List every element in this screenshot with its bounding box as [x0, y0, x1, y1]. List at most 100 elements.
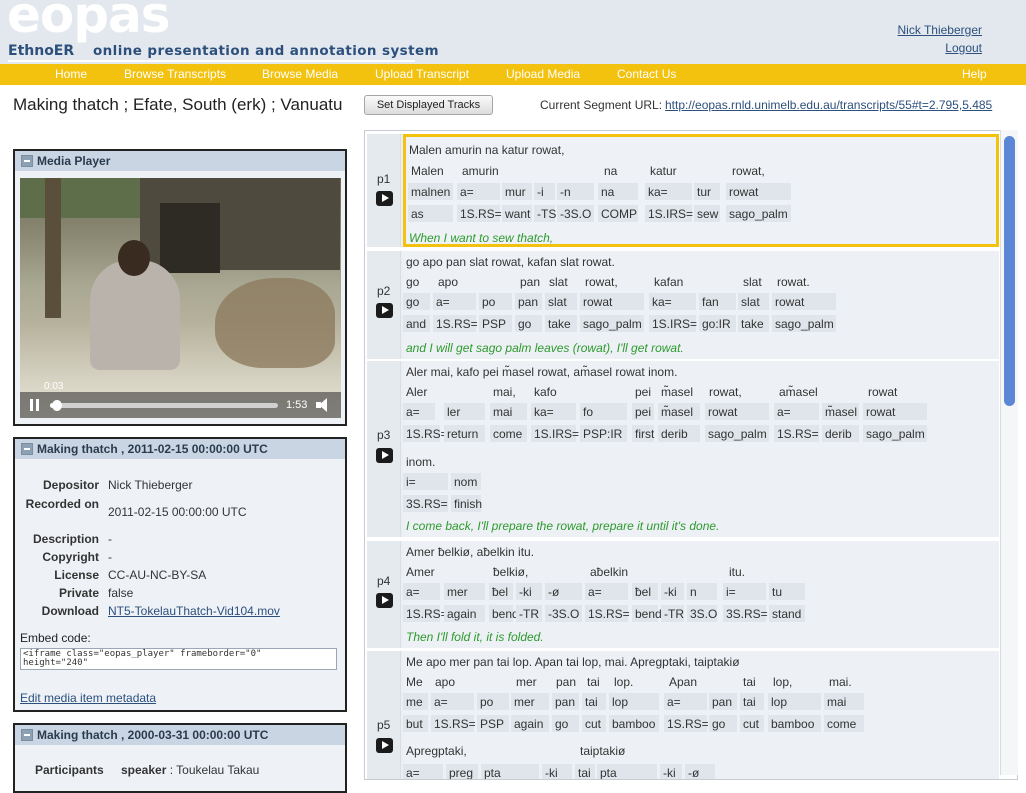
phrase-text: go apo pan slat rowat, kafan slat rowat. — [406, 255, 615, 269]
morph-cell: preg — [446, 764, 478, 779]
nav-help[interactable]: Help — [962, 67, 987, 81]
morph-cell: n — [687, 583, 717, 600]
nav-upload-media[interactable]: Upload Media — [506, 67, 580, 81]
metadata-title-2: Making thatch , 2000-03-31 00:00:00 UTC — [37, 728, 269, 742]
phrase-text: Amer ƀelkiø, aƀelkin itu. — [406, 545, 535, 559]
morph-cell: rowat — [863, 403, 927, 420]
transcript-scrollbar[interactable] — [1000, 130, 1018, 775]
video-total-time: 1:53 — [286, 399, 308, 411]
pause-icon[interactable] — [29, 399, 40, 411]
gloss-cell: and — [403, 315, 430, 332]
phrase-p2[interactable]: p2 go apo pan slat rowat, kafan slat row… — [367, 251, 999, 359]
morph-cell: lop — [768, 693, 821, 710]
gloss-cell: go:IR — [699, 315, 736, 332]
word-cell: rowat. — [777, 275, 810, 289]
phrase-p3[interactable]: p3 Aler mai, kafo pei m̃asel rowat, am̃a… — [367, 361, 999, 537]
collapse-icon[interactable] — [21, 729, 33, 741]
meta-value: false — [108, 586, 134, 600]
phrase-text: Me apo mer pan tai lop. Apan tai lop, ma… — [406, 655, 740, 669]
download-link[interactable]: NT5-TokelauThatch-Vid104.mov — [108, 604, 280, 618]
phrase-body: Amer ƀelkiø, aƀelkin itu. Amer ƀelkiø, a… — [403, 541, 999, 648]
morph-cell: -ki — [516, 583, 542, 600]
morph-cell: rowat — [726, 183, 791, 200]
word-cell: Apregptaki, — [406, 744, 467, 758]
meta-value: Nick Thieberger — [108, 478, 193, 492]
word-cell: pei — [635, 385, 652, 399]
gloss-cell: again — [511, 715, 549, 732]
nav-contact-us[interactable]: Contact Us — [617, 67, 676, 81]
nav-home[interactable]: Home — [55, 67, 87, 81]
gloss-cell: PSP — [477, 715, 509, 732]
gloss-cell: bamboo — [609, 715, 659, 732]
volume-icon[interactable] — [316, 398, 334, 412]
video-player[interactable]: 0:03 1:53 — [20, 178, 341, 418]
video-frame-person-head — [118, 240, 150, 276]
gloss-cell: want — [502, 205, 532, 222]
site-logo[interactable]: eopas — [7, 0, 171, 44]
play-icon[interactable] — [376, 593, 393, 608]
gloss-cell: come — [824, 715, 864, 732]
morph-cell: ka= — [645, 183, 692, 200]
word-cell: slat — [549, 275, 568, 289]
morph-cell: tu — [769, 583, 805, 600]
word-cell: mai. — [829, 675, 852, 689]
nav-browse-transcripts[interactable]: Browse Transcripts — [124, 67, 226, 81]
word-cell: Apan — [669, 675, 698, 689]
main-nav: Home Browse Transcripts Browse Media Upl… — [0, 64, 1026, 85]
user-name-link[interactable]: Nick Thieberger — [898, 23, 982, 37]
phrase-p4[interactable]: p4 Amer ƀelkiø, aƀelkin itu. Amer ƀelkiø… — [367, 541, 999, 648]
embed-code-textarea[interactable]: <iframe class="eopas_player" frameborder… — [20, 648, 337, 670]
collapse-icon[interactable] — [21, 443, 33, 455]
morph-cell: na — [598, 183, 638, 200]
media-player-header[interactable]: Media Player — [15, 151, 345, 171]
morph-cell: rowat — [772, 293, 836, 310]
metadata-header-2[interactable]: Making thatch , 2000-03-31 00:00:00 UTC — [15, 725, 345, 745]
phrase-p1[interactable]: p1 Malen amurin na katur rowat, Malen am… — [367, 134, 999, 247]
edit-metadata-link[interactable]: Edit media item metadata — [20, 691, 156, 705]
gloss-cell: cut — [740, 715, 764, 732]
nav-upload-transcript[interactable]: Upload Transcript — [375, 67, 469, 81]
word-cell: Amer — [406, 565, 435, 579]
word-cell: Me — [406, 675, 423, 689]
gloss-cell: 1S.RS= — [403, 425, 448, 442]
media-player-title: Media Player — [37, 154, 111, 168]
gloss-cell: take — [738, 315, 769, 332]
morph-cell: -i — [534, 183, 555, 200]
play-icon[interactable] — [376, 738, 393, 753]
segment-url-link[interactable]: http://eopas.rnld.unimelb.edu.au/transcr… — [665, 98, 992, 112]
word-cell: lop, — [773, 675, 793, 689]
logo-divider — [8, 60, 415, 62]
gloss-cell: bamboo — [768, 715, 821, 732]
word-cell: rowat — [868, 385, 898, 399]
meta-value: 2011-02-15 00:00:00 UTC — [108, 505, 247, 519]
gloss-cell: 1S.RS= — [433, 315, 478, 332]
media-metadata-panel: Making thatch , 2011-02-15 00:00:00 UTC … — [13, 437, 347, 712]
word-cell: lop. — [614, 675, 634, 689]
translation: and I will get sago palm leaves (rowat),… — [406, 341, 684, 355]
collapse-icon[interactable] — [21, 155, 33, 167]
play-icon[interactable] — [376, 303, 393, 318]
phrase-id: p5 — [377, 718, 391, 732]
metadata-header[interactable]: Making thatch , 2011-02-15 00:00:00 UTC — [15, 439, 345, 459]
gloss-cell: again — [444, 605, 485, 622]
set-displayed-tracks-button[interactable]: Set Displayed Tracks — [364, 95, 493, 115]
morph-cell: pta — [481, 764, 539, 779]
gloss-cell: 1S.IRS= — [645, 205, 693, 222]
word-cell: mai, — [493, 385, 516, 399]
nav-browse-media[interactable]: Browse Media — [262, 67, 338, 81]
morph-cell: fo — [580, 403, 627, 420]
logout-link[interactable]: Logout — [945, 41, 982, 55]
video-progress-bar[interactable] — [50, 400, 278, 411]
scrollbar-thumb[interactable] — [1004, 136, 1015, 406]
play-icon[interactable] — [376, 191, 393, 206]
gloss-cell: 3S.O — [687, 605, 717, 622]
play-icon[interactable] — [376, 448, 393, 463]
video-frame-doorway — [160, 203, 220, 273]
morph-cell: m̃asel — [658, 403, 700, 420]
meta-value: - — [108, 550, 112, 564]
phrase-p5[interactable]: p5 Me apo mer pan tai lop. Apan tai lop,… — [367, 651, 999, 779]
video-progress-handle[interactable] — [51, 400, 62, 411]
gloss-cell: -3S.O — [557, 205, 594, 222]
morph-cell: rowat — [705, 403, 769, 420]
phrase-id: p4 — [377, 574, 391, 588]
